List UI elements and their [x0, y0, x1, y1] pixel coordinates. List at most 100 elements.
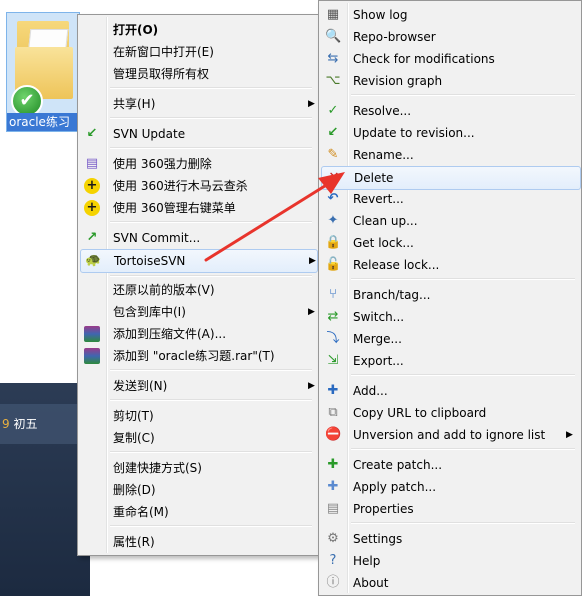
branch-icon: ⑂ [329, 287, 337, 302]
menu-item-copy[interactable]: 复制(C) [80, 427, 316, 449]
menu-separator [351, 94, 575, 96]
submenu-arrow-icon: ▶ [308, 381, 315, 391]
date-number: 9 [2, 417, 10, 431]
submenu-arrow-icon: ▶ [308, 307, 315, 317]
help-icon: ? [329, 553, 337, 568]
merge-icon: ⤵ [326, 331, 340, 346]
svn-commit-icon: ↗ [86, 230, 98, 245]
tortoisesvn-submenu: ▦ Show log 🔍 Repo-browser ⇆ Check for modif… [318, 0, 582, 596]
menu-item-create-patch[interactable]: ✚ Create patch... [321, 454, 579, 476]
ignore-icon: ⛔ [325, 427, 342, 442]
menu-item-help[interactable]: ? Help [321, 550, 579, 572]
context-menu: 打开(O) 在新窗口中打开(E) 管理员取得所有权 共享(H) ▶ ↙ SVN Up… [77, 14, 319, 556]
menu-separator [351, 374, 575, 376]
menu-separator [110, 369, 312, 371]
menu-item-export[interactable]: ⇲ Export... [321, 350, 579, 372]
about-icon: ⓘ [326, 575, 340, 590]
svn-update-icon: ↙ [86, 126, 98, 141]
menu-item-tortoisesvn[interactable]: 🐢 TortoiseSVN ▶ [80, 249, 318, 273]
360-icon: + [84, 178, 100, 194]
menu-item-rename[interactable]: ✎ Rename... [321, 144, 579, 166]
menu-separator [110, 399, 312, 401]
menu-item-include-library[interactable]: 包含到库中(I) ▶ [80, 301, 316, 323]
menu-item-show-log[interactable]: ▦ Show log [321, 4, 579, 26]
rename-pencil-icon: ✎ [327, 147, 339, 162]
menu-item-share[interactable]: 共享(H) ▶ [80, 93, 316, 115]
menu-separator [110, 275, 312, 277]
settings-icon: ⚙ [327, 531, 339, 546]
repo-browser-icon: 🔍 [325, 29, 342, 44]
menu-item-open-new-window[interactable]: 在新窗口中打开(E) [80, 41, 316, 63]
submenu-arrow-icon: ▶ [308, 99, 315, 109]
apply-patch-icon: ✚ [327, 479, 339, 494]
date-text: 初五 [13, 417, 38, 431]
menu-item-settings[interactable]: ⚙ Settings [321, 528, 579, 550]
menu-separator [110, 451, 312, 453]
menu-item-open[interactable]: 打开(O) [80, 19, 316, 41]
menu-item-360-scan[interactable]: + 使用 360进行木马云查杀 [80, 175, 316, 197]
submenu-arrow-icon: ▶ [309, 256, 316, 266]
export-icon: ⇲ [327, 353, 339, 368]
menu-item-cut[interactable]: 剪切(T) [80, 405, 316, 427]
menu-item-check-modifications[interactable]: ⇆ Check for modifications [321, 48, 579, 70]
menu-item-svn-commit[interactable]: ↗ SVN Commit... [80, 227, 316, 249]
menu-item-send-to[interactable]: 发送到(N) ▶ [80, 375, 316, 397]
menu-item-clean-up[interactable]: ✦ Clean up... [321, 210, 579, 232]
menu-item-resolve[interactable]: ✓ Resolve... [321, 100, 579, 122]
revert-icon: ↶ [327, 191, 339, 206]
menu-separator [351, 522, 575, 524]
menu-item-copy-url[interactable]: ⧉ Copy URL to clipboard [321, 402, 579, 424]
resolve-icon: ✓ [327, 103, 339, 118]
menu-item-revert[interactable]: ↶ Revert... [321, 188, 579, 210]
winrar-icon [84, 348, 100, 364]
copy-url-icon: ⧉ [328, 405, 338, 420]
menu-item-branch-tag[interactable]: ⑂ Branch/tag... [321, 284, 579, 306]
cleanup-icon: ✦ [327, 213, 339, 228]
menu-item-delete[interactable]: ✕ Delete [321, 166, 581, 190]
menu-item-360-manage[interactable]: + 使用 360管理右键菜单 [80, 197, 316, 219]
log-icon: ▦ [326, 7, 340, 22]
folder-item[interactable]: ✔ oracle练习 [6, 12, 93, 132]
menu-item-properties[interactable]: ▤ Properties [321, 498, 579, 520]
menu-item-restore-versions[interactable]: 还原以前的版本(V) [80, 279, 316, 301]
menu-item-create-shortcut[interactable]: 创建快捷方式(S) [80, 457, 316, 479]
menu-item-delete[interactable]: 删除(D) [80, 479, 316, 501]
menu-item-take-ownership[interactable]: 管理员取得所有权 [80, 63, 316, 85]
menu-item-add[interactable]: ✚ Add... [321, 380, 579, 402]
tortoise-icon: 🐢 [85, 253, 102, 268]
menu-separator [110, 147, 312, 149]
menu-separator [351, 278, 575, 280]
lock-icon: 🔒 [325, 235, 342, 250]
submenu-arrow-icon: ▶ [566, 430, 573, 440]
winrar-icon [84, 326, 100, 342]
menu-item-about[interactable]: ⓘ About [321, 572, 579, 594]
menu-item-add-rar[interactable]: 添加到 "oracle练习题.rar"(T) [80, 345, 316, 367]
menu-item-merge[interactable]: ⤵ Merge... [321, 328, 579, 350]
menu-separator [110, 525, 312, 527]
menu-item-unversion-ignore[interactable]: ⛔ Unversion and add to ignore list ▶ [321, 424, 579, 446]
menu-separator [110, 87, 312, 89]
menu-item-properties[interactable]: 属性(R) [80, 531, 316, 553]
revision-graph-icon: ⌥ [325, 73, 341, 88]
add-icon: ✚ [327, 383, 339, 398]
menu-item-add-archive[interactable]: 添加到压缩文件(A)... [80, 323, 316, 345]
properties-icon: ▤ [326, 501, 340, 516]
switch-icon: ⇄ [327, 309, 339, 324]
delete-x-icon: ✕ [328, 170, 340, 185]
menu-item-apply-patch[interactable]: ✚ Apply patch... [321, 476, 579, 498]
menu-item-revision-graph[interactable]: ⌥ Revision graph [321, 70, 579, 92]
create-patch-icon: ✚ [327, 457, 339, 472]
unlock-icon: 🔓 [325, 257, 342, 272]
shredder-icon: ▤ [85, 156, 99, 171]
menu-item-360-delete[interactable]: ▤ 使用 360强力删除 [80, 153, 316, 175]
menu-item-rename[interactable]: 重命名(M) [80, 501, 316, 523]
menu-separator [110, 221, 312, 223]
menu-item-switch[interactable]: ⇄ Switch... [321, 306, 579, 328]
360-icon: + [84, 200, 100, 216]
menu-item-release-lock[interactable]: 🔓 Release lock... [321, 254, 579, 276]
check-modifications-icon: ⇆ [327, 51, 339, 66]
menu-item-svn-update[interactable]: ↙ SVN Update [80, 123, 316, 145]
menu-item-get-lock[interactable]: 🔒 Get lock... [321, 232, 579, 254]
menu-item-repo-browser[interactable]: 🔍 Repo-browser [321, 26, 579, 48]
menu-item-update-to-revision[interactable]: ↙ Update to revision... [321, 122, 579, 144]
